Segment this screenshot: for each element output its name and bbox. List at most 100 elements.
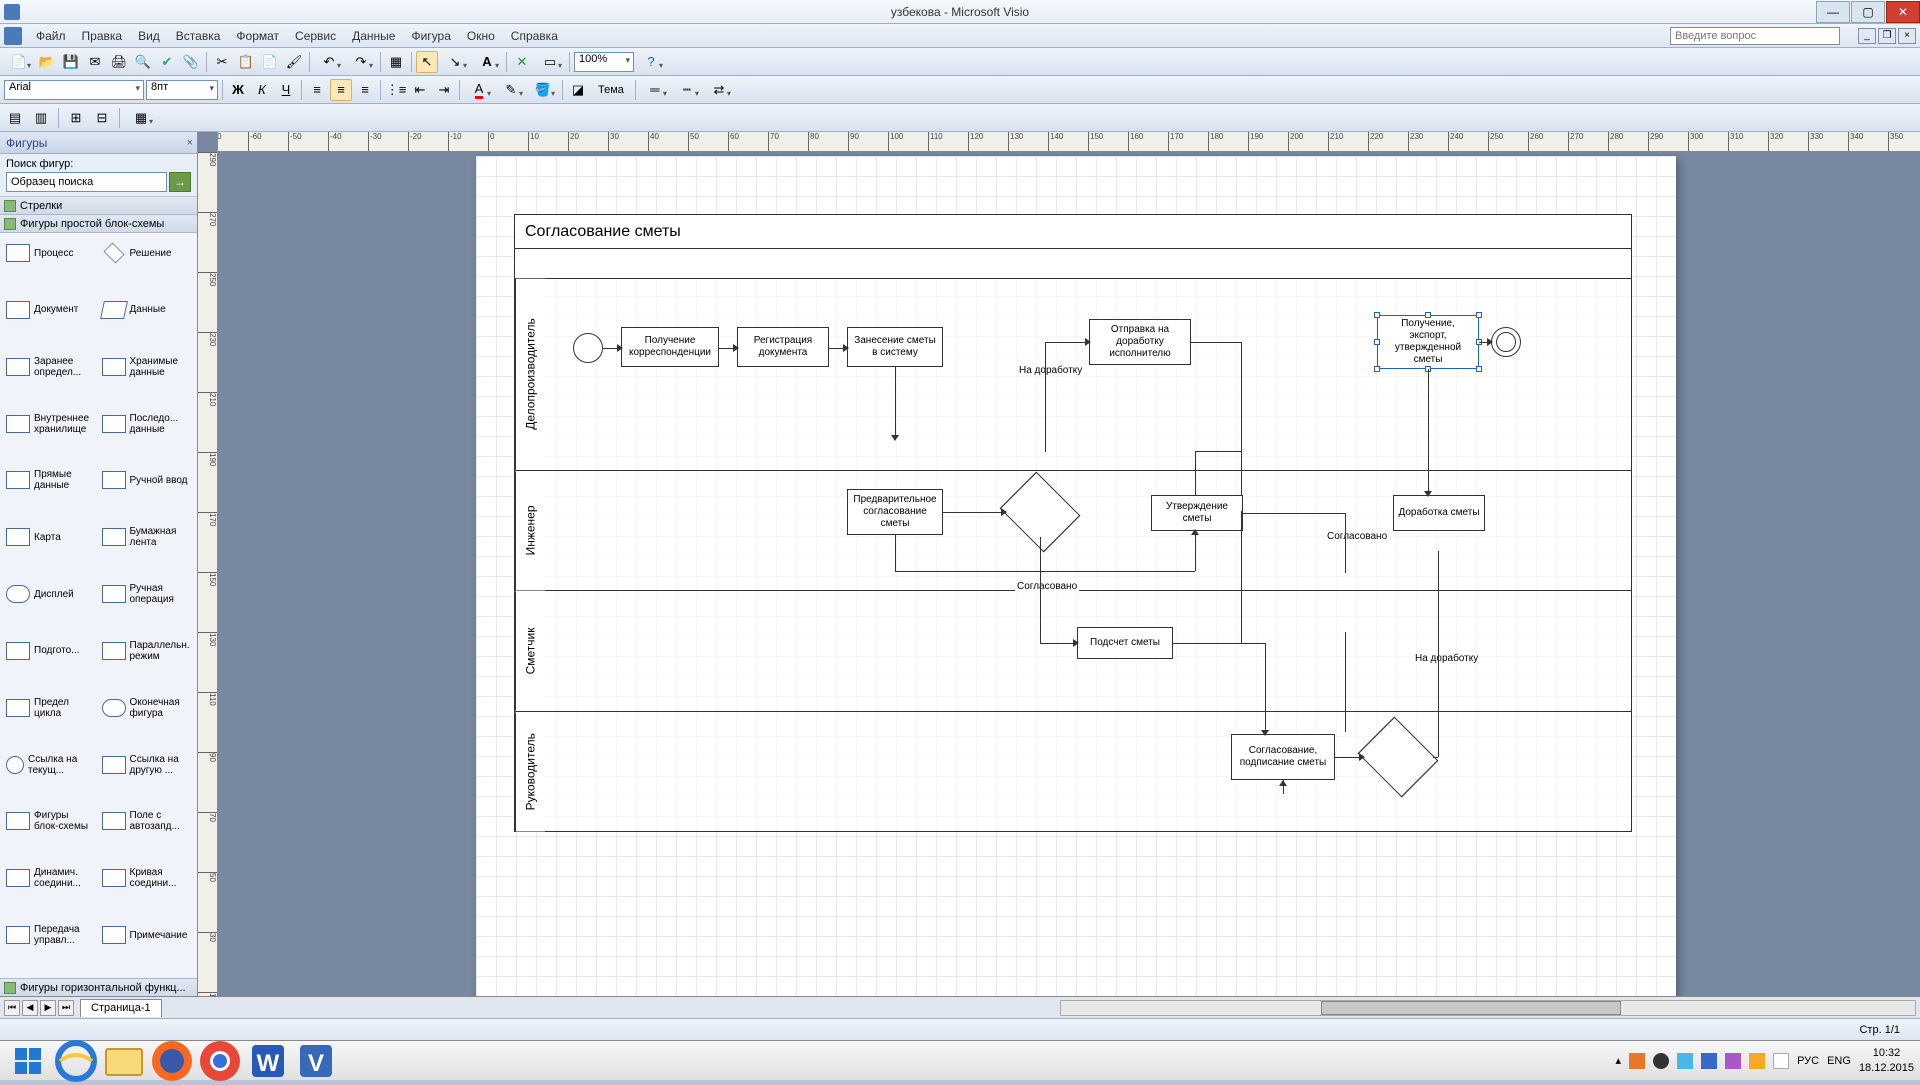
shape-stencil-item[interactable]: Ручной ввод [100, 464, 194, 496]
visio-icon[interactable] [4, 27, 22, 45]
tray-icon-5[interactable] [1725, 1053, 1741, 1069]
drawing-tools[interactable]: ▭ [535, 51, 565, 73]
box-rework-estimate[interactable]: Доработка сметы [1393, 495, 1485, 531]
help-button[interactable]: ? [636, 51, 666, 73]
font-combo[interactable]: Arial [4, 80, 144, 100]
close-button[interactable]: ✕ [1886, 1, 1920, 23]
shapes-cat-flowchart[interactable]: Фигуры простой блок-схемы [0, 215, 197, 233]
research-button[interactable]: 📎 [180, 51, 202, 73]
shape-stencil-item[interactable]: Ручная операция [100, 578, 194, 610]
pagetab-1[interactable]: Страница-1 [80, 999, 162, 1017]
theme-button[interactable]: Тема [591, 79, 631, 101]
spellcheck-button[interactable]: ✔ [156, 51, 178, 73]
drawing-page[interactable]: Согласование сметы Делопроизводитель Пол… [476, 156, 1676, 996]
mdi-restore[interactable]: ❐ [1878, 28, 1896, 44]
preview-button[interactable]: 🔍 [132, 51, 154, 73]
menu-file[interactable]: Файл [28, 27, 74, 45]
pagetab-first[interactable]: ⏮ [4, 1000, 20, 1016]
shape-stencil-item[interactable]: Хранимые данные [100, 351, 194, 383]
size-combo[interactable]: 8пт [146, 80, 218, 100]
align-left-button[interactable]: ≡ [306, 79, 328, 101]
increase-indent-button[interactable]: ⇥ [433, 79, 455, 101]
tray-icon-1[interactable] [1629, 1053, 1645, 1069]
lane-2-label[interactable]: Инженер [515, 471, 545, 590]
lane-3-label[interactable]: Сметчик [515, 591, 545, 710]
zoom-combo[interactable]: 100% [574, 52, 634, 72]
shapes-btn-2[interactable]: ▥ [30, 107, 52, 129]
connector-tool[interactable]: ↘ [440, 51, 470, 73]
box-approve-estimate[interactable]: Утверждение сметы [1151, 495, 1243, 531]
line-pattern-button[interactable]: ┉ [672, 79, 702, 101]
pagetab-prev[interactable]: ◀ [22, 1000, 38, 1016]
undo-button[interactable]: ↶ [314, 51, 344, 73]
italic-button[interactable]: К [251, 79, 273, 101]
open-button[interactable]: 📂 [36, 51, 58, 73]
cut-button[interactable]: ✂ [211, 51, 233, 73]
shape-stencil-item[interactable]: Заранее определ... [4, 351, 98, 383]
box-register-document[interactable]: Регистрация документа [737, 327, 829, 367]
lane-4[interactable]: Руководитель Согласование, подписание см… [515, 712, 1631, 831]
tray-icon-2[interactable] [1653, 1053, 1669, 1069]
shape-stencil-item[interactable]: Бумажная лента [100, 521, 194, 553]
diagram-title[interactable]: Согласование сметы [515, 215, 1631, 249]
pointer-tool[interactable]: ↖ [416, 51, 438, 73]
end-node[interactable] [1491, 327, 1521, 357]
ie-icon[interactable] [52, 1043, 100, 1079]
paste-button[interactable]: 📄 [259, 51, 281, 73]
lane-1[interactable]: Делопроизводитель Получение корреспонден… [515, 279, 1631, 471]
box-enter-system[interactable]: Занесение сметы в систему [847, 327, 943, 367]
minimize-button[interactable]: — [1816, 1, 1850, 23]
line-ends-button[interactable]: ⇄ [704, 79, 734, 101]
horizontal-scrollbar[interactable] [1060, 1000, 1916, 1016]
shape-stencil-item[interactable]: Динамич. соедини... [4, 862, 98, 894]
box-preliminary-approval[interactable]: Предварительное согласование сметы [847, 489, 943, 535]
box-send-for-rework[interactable]: Отправка на доработку исполнителю [1089, 319, 1191, 365]
shape-stencil-item[interactable]: Кривая соедини... [100, 862, 194, 894]
swimlane-frame[interactable]: Согласование сметы Делопроизводитель Пол… [514, 214, 1632, 832]
fill-color-button[interactable]: 🪣 [528, 79, 558, 101]
align-center-button[interactable]: ≡ [330, 79, 352, 101]
tray-chevron-icon[interactable]: ▴ [1616, 1054, 1622, 1067]
box-calculate-estimate[interactable]: Подсчет сметы [1077, 627, 1173, 659]
shape-stencil-item[interactable]: Предел цикла [4, 692, 98, 724]
font-color-button[interactable]: A [464, 79, 494, 101]
tray-lang[interactable]: РУС [1797, 1055, 1819, 1067]
tray-input[interactable]: ENG [1827, 1055, 1851, 1067]
text-tool[interactable]: A [472, 51, 502, 73]
new-button[interactable]: 📄 [4, 51, 34, 73]
shapes-btn-1[interactable]: ▤ [4, 107, 26, 129]
save-button[interactable]: 💾 [60, 51, 82, 73]
copy-button[interactable]: 📋 [235, 51, 257, 73]
bold-button[interactable]: Ж [227, 79, 249, 101]
lane-1-label[interactable]: Делопроизводитель [515, 279, 545, 470]
mdi-minimize[interactable]: _ [1858, 28, 1876, 44]
help-search-input[interactable] [1670, 27, 1840, 45]
shape-stencil-item[interactable]: Параллельн. режим [100, 635, 194, 667]
start-button[interactable] [4, 1043, 52, 1079]
shape-stencil-item[interactable]: Ссылка на другую ... [100, 749, 194, 781]
shape-stencil-item[interactable]: Дисплей [4, 578, 98, 610]
menu-help[interactable]: Справка [503, 27, 566, 45]
chrome-icon[interactable] [196, 1043, 244, 1079]
menu-format[interactable]: Формат [228, 27, 287, 45]
line-color-button[interactable]: ✎ [496, 79, 526, 101]
shapes-btn-5[interactable]: ▦ [126, 107, 156, 129]
format-painter-button[interactable]: 🖌 [283, 51, 305, 73]
h-scroll-thumb[interactable] [1321, 1001, 1621, 1015]
shapes-cat-swimlane[interactable]: Фигуры горизонтальной функц... [0, 978, 197, 996]
menu-insert[interactable]: Вставка [168, 27, 229, 45]
tray-icon-4[interactable] [1701, 1053, 1717, 1069]
redo-button[interactable]: ↷ [346, 51, 376, 73]
lane-4-label[interactable]: Руководитель [515, 712, 545, 831]
box-receive-approved[interactable]: Получение, экспорт, утвержденной сметы [1377, 315, 1479, 369]
menu-view[interactable]: Вид [130, 27, 168, 45]
lane-3[interactable]: Сметчик Подсчет сметы На доработку [515, 591, 1631, 711]
box-receive-correspondence[interactable]: Получение корреспонденции [621, 327, 719, 367]
tray-icon-3[interactable] [1677, 1053, 1693, 1069]
menu-window[interactable]: Окно [459, 27, 503, 45]
shape-stencil-item[interactable]: Подгото... [4, 635, 98, 667]
email-button[interactable]: ✉ [84, 51, 106, 73]
shadow-button[interactable]: ◪ [567, 79, 589, 101]
shapes-cat-arrows[interactable]: Стрелки [0, 197, 197, 215]
shape-stencil-item[interactable]: Карта [4, 521, 98, 553]
